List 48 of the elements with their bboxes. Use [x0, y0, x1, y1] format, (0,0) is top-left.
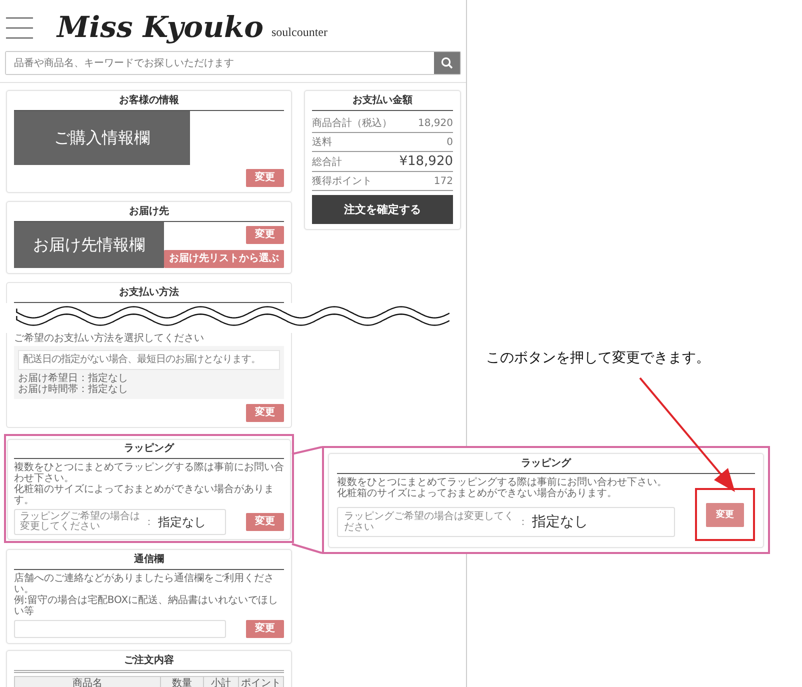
column-header: ポイント — [238, 676, 284, 687]
confirm-order-button[interactable]: 注文を確定する — [312, 195, 453, 224]
search-button[interactable] — [434, 52, 460, 74]
change-button[interactable]: 変更 — [246, 226, 284, 244]
summary-label: 送料 — [312, 136, 332, 149]
message-field[interactable] — [14, 620, 226, 638]
summary-value: 0 — [446, 136, 453, 148]
description-text: 複数をひとつにまとめてラッピングする際は事前にお問い合わせ下さい。 化粧箱のサイズによっておまとめができない場合があります。 — [337, 477, 668, 499]
section-title: お支払い金額 — [312, 95, 453, 111]
delivery-detail: お届け時間帯：指定なし — [18, 384, 129, 395]
description-text: 店舗へのご連絡などがありましたら通信欄をご利用ください。 例:留守の場合は宅配BOXに配送、納品書はいれないでほしい等 — [14, 573, 280, 617]
logo[interactable]: Miss Kyouko — [57, 10, 264, 44]
annotation-text: このボタンを押して変更できます。 — [486, 349, 710, 367]
menu-icon[interactable] — [6, 16, 33, 40]
change-button[interactable]: 変更 — [246, 620, 284, 638]
field-label: ラッピングご希望の場合は変更してください — [344, 510, 514, 532]
column-header: 商品名 — [14, 676, 160, 687]
section-title: ラッピング — [14, 443, 284, 459]
delivery-detail: お届け希望日：指定なし — [18, 373, 129, 384]
search-field[interactable]: 品番や商品名、キーワードでお探しいただけます — [5, 51, 461, 75]
search-icon — [441, 57, 453, 69]
separator: ： — [518, 516, 528, 528]
total-amount: ¥18,920 — [399, 154, 453, 169]
tagline: soulcounter — [271, 25, 328, 40]
delivery-notice: 配送日の指定がない場合、最短日のお届けとなります。 — [18, 350, 280, 370]
column-header: 小計 — [204, 676, 238, 687]
overlay-label: ご購入情報欄 — [14, 111, 190, 165]
summary-label: 総合計 — [312, 156, 342, 168]
section-title: ご注文内容 — [14, 655, 284, 673]
section-title: ラッピング — [337, 458, 755, 474]
summary-label: 商品合計（税込） — [312, 116, 392, 130]
section-title: お支払い方法 — [14, 287, 284, 303]
change-button[interactable]: 変更 — [246, 404, 284, 422]
choose-address-button[interactable]: お届け先リストから選ぶ — [164, 250, 284, 268]
change-button[interactable]: 変更 — [246, 169, 284, 187]
separator: ： — [144, 516, 154, 529]
field-value: 指定なし — [158, 514, 206, 530]
section-title: 通信欄 — [14, 554, 284, 570]
overlay-label: お届け先情報欄 — [14, 222, 164, 268]
instruction-text: ご希望のお支払い方法を選択してください — [14, 333, 205, 344]
field-label: ラッピングご希望の場合は変更してください — [20, 512, 140, 532]
summary-value: 18,920 — [418, 118, 453, 128]
change-button[interactable]: 変更 — [706, 503, 744, 527]
description-text: 複数をひとつにまとめてラッピングする際は事前にお問い合わせ下さい。 化粧箱のサイズによっておまとめができない場合があります。 — [14, 462, 284, 506]
summary-label: 獲得ポイント — [312, 175, 372, 188]
summary-value: 172 — [434, 176, 453, 186]
field-value: 指定なし — [532, 512, 588, 530]
change-button[interactable]: 変更 — [246, 513, 284, 531]
